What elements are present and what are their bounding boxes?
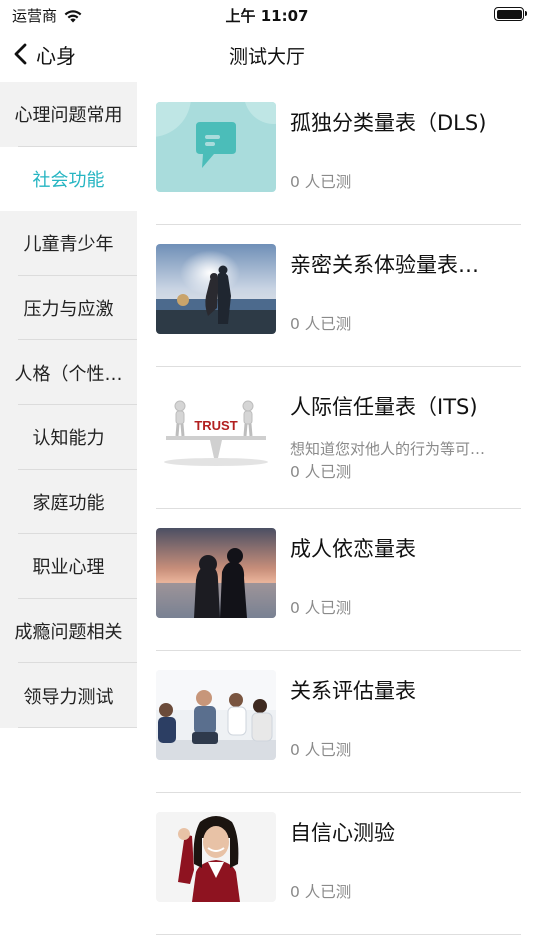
sidebar-item-label: 家庭功能 [32, 492, 105, 514]
sidebar-item-label: 领导力测试 [23, 686, 114, 708]
test-count: 0 人已测 [290, 883, 352, 901]
test-count: 0 人已测 [290, 599, 352, 617]
sidebar-item-label: 儿童青少年 [23, 234, 114, 256]
sidebar-item-leadership[interactable]: 领导力测试 [0, 663, 137, 728]
couple-beach-photo [156, 244, 276, 334]
sidebar-item-label: 人格（个性… [14, 363, 123, 385]
group-meeting-photo [156, 670, 276, 760]
sidebar-item-addiction[interactable]: 成瘾问题相关 [0, 599, 137, 664]
sidebar-item-psych-common[interactable]: 心理问题常用 [0, 82, 137, 147]
sidebar-item-label: 认知能力 [32, 428, 105, 450]
list-item[interactable]: 自信心测验 0 人已测 [156, 793, 521, 935]
list-item[interactable]: 孤独分类量表（DLS) 0 人已测 [156, 83, 521, 225]
page-title: 测试大厅 [228, 46, 305, 68]
sidebar-item-children-youth[interactable]: 儿童青少年 [0, 211, 137, 276]
sidebar-item-personality[interactable]: 人格（个性… [0, 340, 137, 405]
sidebar-item-career[interactable]: 职业心理 [0, 534, 137, 599]
list-item[interactable]: 亲密关系体验量表… 0 人已测 [156, 225, 521, 367]
couple-sunset-photo [156, 528, 276, 618]
category-sidebar: 心理问题常用 社会功能 儿童青少年 压力与应激 人格（个性… 认知能力 家庭功能… [0, 82, 137, 728]
sidebar-item-family[interactable]: 家庭功能 [0, 470, 137, 535]
test-list: 孤独分类量表（DLS) 0 人已测 亲密关系体验量表… 0 人已测 TRUST … [156, 83, 521, 935]
test-title: 人际信任量表（ITS) [290, 395, 478, 419]
sidebar-item-stress[interactable]: 压力与应激 [0, 276, 137, 341]
sidebar-item-label: 职业心理 [32, 557, 105, 579]
test-title: 成人依恋量表 [290, 537, 416, 561]
test-title: 亲密关系体验量表… [290, 253, 479, 277]
sidebar-item-social-function[interactable]: 社会功能 [0, 146, 137, 212]
sidebar-item-label: 心理问题常用 [14, 105, 123, 127]
test-title: 孤独分类量表（DLS) [290, 111, 487, 135]
test-title: 关系评估量表 [290, 679, 416, 703]
test-count: 0 人已测 [290, 741, 352, 759]
list-item[interactable]: 关系评估量表 0 人已测 [156, 651, 521, 793]
test-count: 0 人已测 [290, 463, 352, 481]
status-bar: 运营商 上午 11:07 [0, 0, 534, 30]
test-count: 0 人已测 [290, 315, 352, 333]
navigation-bar: 心身 测试大厅 [0, 30, 534, 80]
test-title: 自信心测验 [290, 821, 395, 845]
sidebar-item-label: 社会功能 [32, 169, 105, 191]
chat-bubble-icon [156, 102, 276, 192]
test-count: 0 人已测 [290, 173, 352, 191]
status-time: 上午 11:07 [225, 7, 309, 25]
confident-girl-photo [156, 812, 276, 902]
test-description: 想知道您对他人的行为等可… [290, 440, 486, 458]
sidebar-item-cognition[interactable]: 认知能力 [0, 405, 137, 470]
battery-icon [494, 7, 527, 21]
list-item[interactable]: TRUST 人际信任量表（ITS) 想知道您对他人的行为等可… 0 人已测 [156, 367, 521, 509]
list-item[interactable]: 成人依恋量表 0 人已测 [156, 509, 521, 651]
sidebar-item-label: 成瘾问题相关 [14, 622, 123, 644]
trust-word: TRUST [194, 418, 237, 433]
sidebar-item-label: 压力与应激 [23, 299, 114, 321]
trust-seesaw-image: TRUST [156, 386, 276, 476]
